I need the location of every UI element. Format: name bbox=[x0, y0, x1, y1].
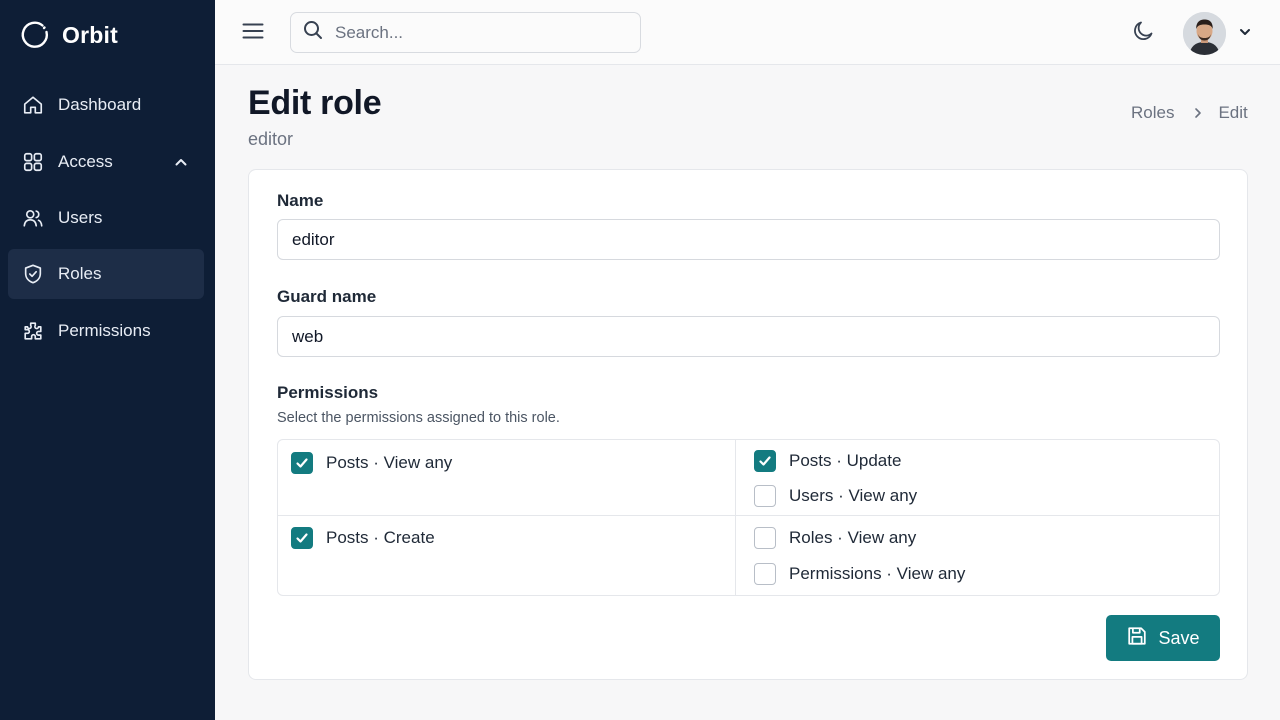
permission-label: Posts · Create bbox=[326, 528, 435, 547]
permission-checkbox-posts-create[interactable]: Posts · Create bbox=[291, 527, 435, 549]
checkbox[interactable] bbox=[754, 450, 776, 472]
sidebar-item-label: Dashboard bbox=[58, 95, 142, 114]
sidebar-item-permissions[interactable]: Permissions bbox=[8, 306, 204, 356]
home-icon bbox=[22, 94, 44, 116]
permission-label: Posts · Update bbox=[789, 451, 902, 470]
divider bbox=[278, 515, 1219, 516]
menu-toggle-button[interactable] bbox=[239, 20, 267, 46]
permission-label: Posts · View any bbox=[326, 453, 453, 472]
brand[interactable]: Orbit bbox=[20, 20, 118, 50]
sidebar-item-label: Access bbox=[58, 152, 113, 171]
chevron-down-icon[interactable] bbox=[1237, 24, 1253, 40]
permission-checkbox-posts-view-any[interactable]: Posts · View any bbox=[291, 452, 452, 474]
checkbox[interactable] bbox=[291, 452, 313, 474]
chevron-right-icon bbox=[1192, 107, 1204, 119]
sidebar: Orbit Dashboard Access Users Roles Permi… bbox=[0, 0, 215, 720]
checkbox[interactable] bbox=[754, 563, 776, 585]
permission-label: Roles · View any bbox=[789, 528, 917, 547]
search-icon bbox=[303, 20, 323, 45]
grid-icon bbox=[22, 151, 44, 173]
page-subtitle: editor bbox=[248, 129, 294, 149]
permission-checkbox-roles-view-any[interactable]: Roles · View any bbox=[754, 527, 916, 549]
permissions-label: Permissions bbox=[277, 383, 379, 402]
search-input[interactable] bbox=[335, 22, 615, 43]
breadcrumb-item-roles[interactable]: Roles bbox=[1131, 103, 1174, 123]
sidebar-item-roles[interactable]: Roles bbox=[8, 249, 204, 299]
check-icon bbox=[759, 456, 771, 466]
checkbox[interactable] bbox=[291, 527, 313, 549]
save-button[interactable]: Save bbox=[1106, 615, 1220, 661]
topbar bbox=[215, 0, 1280, 65]
breadcrumb-item-edit: Edit bbox=[1218, 103, 1248, 122]
hamburger-icon bbox=[242, 22, 264, 45]
permission-label: Permissions · View any bbox=[789, 564, 966, 583]
breadcrumb: Roles Edit bbox=[1131, 103, 1248, 123]
edit-role-form: Name Guard name Permissions Select the p… bbox=[248, 169, 1248, 680]
theme-toggle-button[interactable] bbox=[1130, 20, 1156, 46]
permission-checkbox-permissions-view-any[interactable]: Permissions · View any bbox=[754, 563, 965, 585]
check-icon bbox=[296, 458, 308, 468]
floppy-disk-icon bbox=[1126, 625, 1148, 652]
sidebar-nav: Dashboard Access Users Roles Permissions bbox=[8, 78, 204, 363]
check-icon bbox=[296, 533, 308, 543]
save-button-label: Save bbox=[1158, 627, 1200, 648]
search-box[interactable] bbox=[290, 12, 641, 53]
permissions-checkbox-list: Posts · View any Posts · Update Users · … bbox=[277, 439, 1220, 596]
moon-icon bbox=[1131, 19, 1155, 48]
divider bbox=[735, 440, 736, 595]
sidebar-item-dashboard[interactable]: Dashboard bbox=[8, 80, 204, 130]
guard-name-label: Guard name bbox=[277, 287, 377, 306]
checkbox[interactable] bbox=[754, 527, 776, 549]
checkbox[interactable] bbox=[754, 485, 776, 507]
brand-name: Orbit bbox=[62, 21, 118, 48]
sidebar-item-label: Roles bbox=[58, 264, 102, 283]
permission-checkbox-posts-update[interactable]: Posts · Update bbox=[754, 450, 901, 472]
guard-name-input[interactable] bbox=[277, 316, 1220, 357]
avatar[interactable] bbox=[1183, 12, 1226, 55]
permission-checkbox-users-view-any[interactable]: Users · View any bbox=[754, 485, 917, 507]
sidebar-item-access[interactable]: Access bbox=[8, 137, 204, 187]
permissions-help-text: Select the permissions assigned to this … bbox=[277, 410, 560, 426]
page-title: Edit role bbox=[248, 84, 382, 122]
shield-icon bbox=[22, 263, 44, 285]
chevron-up-icon[interactable] bbox=[172, 153, 190, 171]
users-icon bbox=[22, 207, 44, 229]
sidebar-item-users[interactable]: Users bbox=[8, 194, 204, 242]
sidebar-item-label: Users bbox=[58, 208, 103, 227]
sidebar-item-label: Permissions bbox=[58, 321, 151, 340]
user-avatar-image bbox=[1183, 12, 1226, 55]
name-label: Name bbox=[277, 191, 324, 210]
name-input[interactable] bbox=[277, 219, 1220, 260]
permission-label: Users · View any bbox=[789, 486, 918, 505]
orbit-logo-icon bbox=[20, 20, 50, 50]
puzzle-icon bbox=[22, 320, 44, 342]
